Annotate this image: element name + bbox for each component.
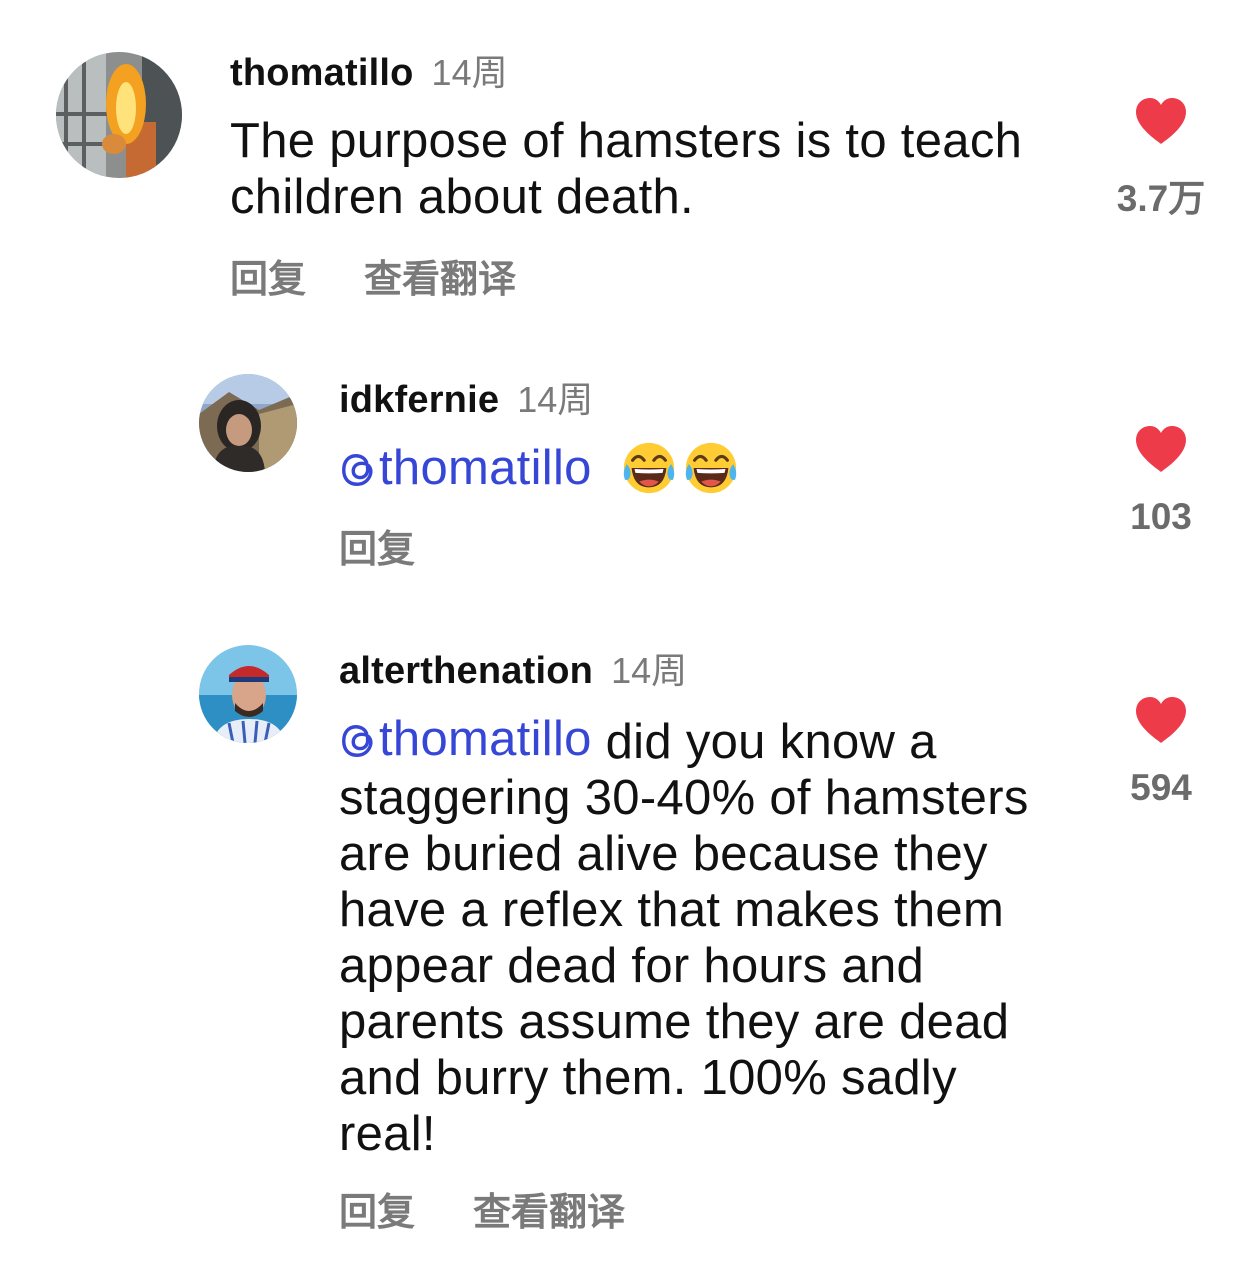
text-line: staggering 30-40% of hamsters bbox=[339, 771, 1029, 825]
comment-text: thomatillo did you know a staggering 30-… bbox=[339, 711, 1099, 1162]
comment-actions: 回复 查看翻译 bbox=[339, 1181, 625, 1236]
avatar-image bbox=[199, 645, 297, 743]
timestamp: 14周 bbox=[611, 650, 688, 691]
like-control: 594 bbox=[1106, 695, 1216, 809]
mention-username: thomatillo bbox=[379, 712, 592, 766]
like-count: 594 bbox=[1130, 767, 1192, 808]
username[interactable]: alterthenation bbox=[339, 650, 593, 693]
text-segment: did you know a bbox=[591, 715, 937, 769]
mention-link[interactable]: thomatillo bbox=[339, 711, 592, 767]
text-line: have a reflex that makes them bbox=[339, 883, 1005, 937]
text-line: parents assume they are dead bbox=[339, 995, 1010, 1049]
text-line: appear dead for hours and bbox=[339, 939, 925, 993]
text-line: real! bbox=[339, 1107, 436, 1161]
threads-at-icon bbox=[339, 722, 377, 760]
reply-button[interactable]: 回复 bbox=[339, 1181, 415, 1236]
heart-icon[interactable] bbox=[1133, 695, 1189, 745]
translate-button[interactable]: 查看翻译 bbox=[473, 1181, 625, 1236]
text-line: thomatillo did you know a bbox=[339, 711, 1099, 770]
text-line: are buried alive because they bbox=[339, 827, 988, 881]
text-line: and burry them. 100% sadly bbox=[339, 1051, 957, 1105]
reply-alterthenation: alterthenation 14周 thomatillo did you kn… bbox=[0, 0, 1260, 1282]
avatar-alterthenation[interactable] bbox=[199, 645, 297, 743]
comment-header: alterthenation 14周 bbox=[339, 642, 687, 694]
